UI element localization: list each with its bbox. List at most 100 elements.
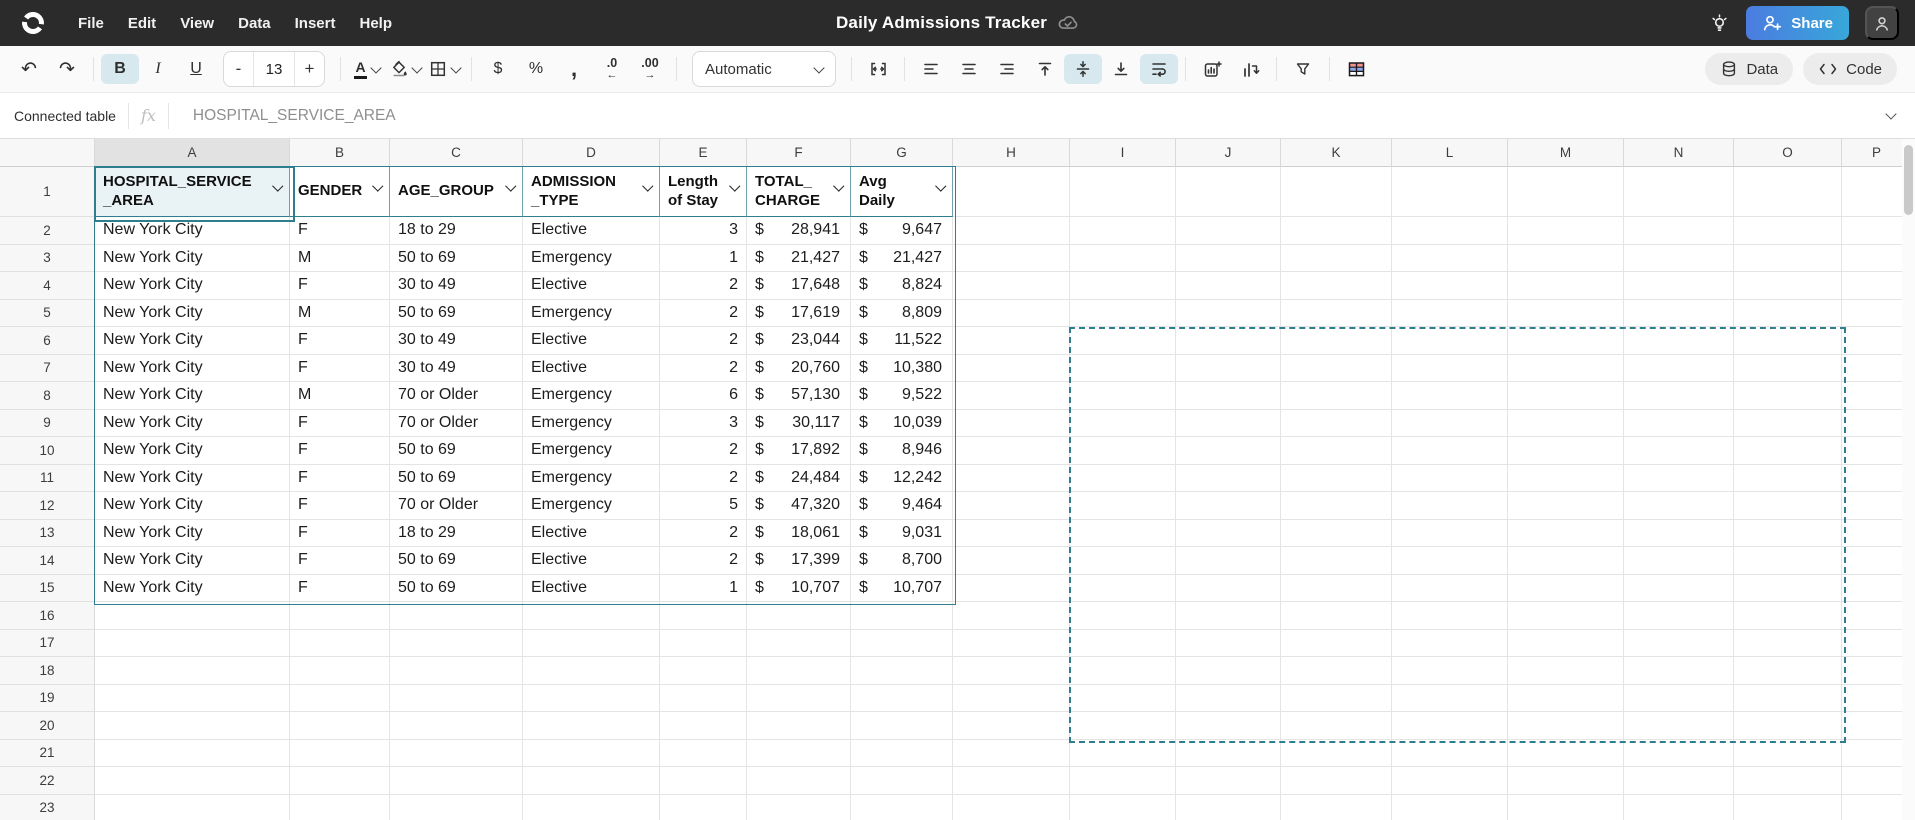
cell[interactable] (1734, 465, 1842, 493)
cell[interactable] (953, 355, 1070, 383)
align-left-button[interactable] (912, 54, 950, 84)
cell[interactable] (1508, 657, 1624, 685)
cell[interactable] (953, 245, 1070, 273)
cell[interactable] (1624, 272, 1734, 300)
cell[interactable] (1392, 630, 1508, 658)
cell[interactable] (660, 795, 747, 820)
cell[interactable] (523, 795, 660, 820)
column-header-E[interactable]: E (660, 139, 747, 167)
cell[interactable] (1624, 465, 1734, 493)
row-header-18[interactable]: 18 (0, 657, 95, 685)
cell[interactable] (1070, 465, 1176, 493)
header-dropdown-icon[interactable] (935, 180, 946, 191)
header-cell-B[interactable]: GENDER (290, 167, 390, 217)
cell[interactable] (1281, 437, 1392, 465)
cell[interactable]: $11,522 (851, 327, 953, 355)
cell[interactable] (1070, 300, 1176, 328)
cell[interactable] (953, 657, 1070, 685)
cell[interactable] (851, 767, 953, 795)
align-right-button[interactable] (988, 54, 1026, 84)
cell[interactable]: 2 (660, 355, 747, 383)
cell[interactable] (1734, 712, 1842, 740)
cell[interactable] (1281, 410, 1392, 438)
cell[interactable] (1734, 767, 1842, 795)
cell[interactable] (1070, 767, 1176, 795)
cell[interactable]: F (290, 575, 390, 603)
cell[interactable] (1392, 492, 1508, 520)
select-all-corner[interactable] (0, 139, 95, 167)
cell[interactable] (953, 217, 1070, 245)
cell[interactable] (95, 740, 290, 768)
cell[interactable]: F (290, 355, 390, 383)
cell[interactable]: $17,892 (747, 437, 851, 465)
cell[interactable] (1734, 272, 1842, 300)
cell[interactable] (1508, 795, 1624, 820)
cell[interactable] (1070, 217, 1176, 245)
vertical-scrollbar-track[interactable] (1902, 139, 1915, 820)
cell[interactable] (1070, 272, 1176, 300)
cell[interactable]: $10,039 (851, 410, 953, 438)
cell[interactable] (1176, 740, 1281, 768)
cell[interactable]: Emergency (523, 465, 660, 493)
cell[interactable] (953, 465, 1070, 493)
row-header-7[interactable]: 7 (0, 355, 95, 383)
cell[interactable] (1281, 327, 1392, 355)
cell[interactable] (953, 685, 1070, 713)
cell[interactable] (953, 300, 1070, 328)
font-size-decrease-button[interactable]: - (224, 52, 253, 86)
column-header-N[interactable]: N (1624, 139, 1734, 167)
row-header-23[interactable]: 23 (0, 795, 95, 820)
cell[interactable] (390, 630, 523, 658)
cell[interactable] (1392, 465, 1508, 493)
cell[interactable] (1070, 575, 1176, 603)
cell[interactable] (1392, 300, 1508, 328)
cell[interactable] (1624, 657, 1734, 685)
cell[interactable] (1734, 327, 1842, 355)
cell[interactable]: 2 (660, 272, 747, 300)
cell[interactable] (1281, 602, 1392, 630)
cell[interactable] (1281, 685, 1392, 713)
cell[interactable]: $47,320 (747, 492, 851, 520)
cell[interactable] (1734, 630, 1842, 658)
cell[interactable] (1624, 685, 1734, 713)
column-header-C[interactable]: C (390, 139, 523, 167)
cell[interactable]: $28,941 (747, 217, 851, 245)
column-header-G[interactable]: G (851, 139, 953, 167)
cell[interactable]: 5 (660, 492, 747, 520)
cell[interactable]: 70 or Older (390, 382, 523, 410)
cell[interactable]: Elective (523, 575, 660, 603)
cell[interactable] (1734, 245, 1842, 273)
cell[interactable] (390, 795, 523, 820)
column-header-H[interactable]: H (953, 139, 1070, 167)
percent-format-button[interactable]: % (517, 54, 555, 84)
cell[interactable]: $8,700 (851, 547, 953, 575)
cell[interactable] (1392, 767, 1508, 795)
cell[interactable]: 50 to 69 (390, 465, 523, 493)
cell[interactable] (1070, 492, 1176, 520)
cell[interactable] (660, 767, 747, 795)
cell[interactable]: 2 (660, 300, 747, 328)
cell[interactable] (1508, 465, 1624, 493)
text-color-button[interactable]: A (348, 54, 386, 84)
row-header-1[interactable]: 1 (0, 167, 95, 217)
cell[interactable] (1070, 327, 1176, 355)
cell[interactable] (1176, 300, 1281, 328)
connected-table-label[interactable]: Connected table (14, 108, 116, 124)
align-center-button[interactable] (950, 54, 988, 84)
cell[interactable]: New York City (95, 575, 290, 603)
format-as-table-button[interactable] (1337, 54, 1375, 84)
column-header-B[interactable]: B (290, 139, 390, 167)
cell[interactable]: New York City (95, 382, 290, 410)
cell[interactable] (1624, 547, 1734, 575)
cell[interactable]: $8,946 (851, 437, 953, 465)
cell[interactable]: Elective (523, 547, 660, 575)
cell[interactable] (1070, 795, 1176, 820)
cell[interactable] (390, 740, 523, 768)
cell[interactable]: $10,707 (851, 575, 953, 603)
font-size-value[interactable]: 13 (253, 52, 295, 86)
header-cell-F[interactable]: TOTAL_ CHARGE (747, 167, 851, 217)
cell[interactable]: F (290, 547, 390, 575)
cell[interactable]: $17,399 (747, 547, 851, 575)
menu-insert[interactable]: Insert (283, 9, 348, 38)
cell[interactable]: 2 (660, 437, 747, 465)
